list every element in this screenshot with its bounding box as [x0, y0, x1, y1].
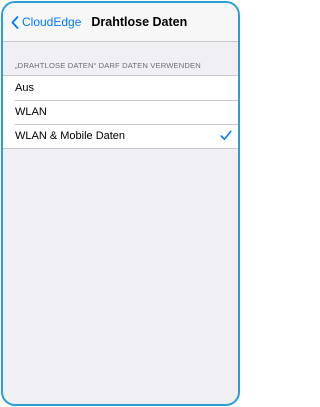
navigation-bar: CloudEdge Drahtlose Daten — [3, 3, 238, 42]
device-frame: CloudEdge Drahtlose Daten „DRAHTLOSE DAT… — [1, 1, 240, 406]
back-button[interactable]: CloudEdge — [11, 15, 81, 29]
option-wlan[interactable]: WLAN — [3, 100, 238, 124]
options-list: Aus WLAN WLAN & Mobile Daten — [3, 75, 238, 149]
page-title: Drahtlose Daten — [91, 15, 188, 29]
option-label: WLAN & Mobile Daten — [15, 130, 126, 142]
chevron-left-icon — [11, 15, 19, 29]
checkmark-icon — [220, 130, 232, 140]
option-wlan-mobile-data[interactable]: WLAN & Mobile Daten — [3, 124, 238, 148]
option-off[interactable]: Aus — [3, 76, 238, 100]
option-label: Aus — [15, 82, 34, 94]
option-label: WLAN — [15, 106, 47, 118]
section-header: „DRAHTLOSE DATEN“ DARF DATEN VERWENDEN — [15, 61, 201, 70]
back-button-label: CloudEdge — [22, 15, 82, 29]
